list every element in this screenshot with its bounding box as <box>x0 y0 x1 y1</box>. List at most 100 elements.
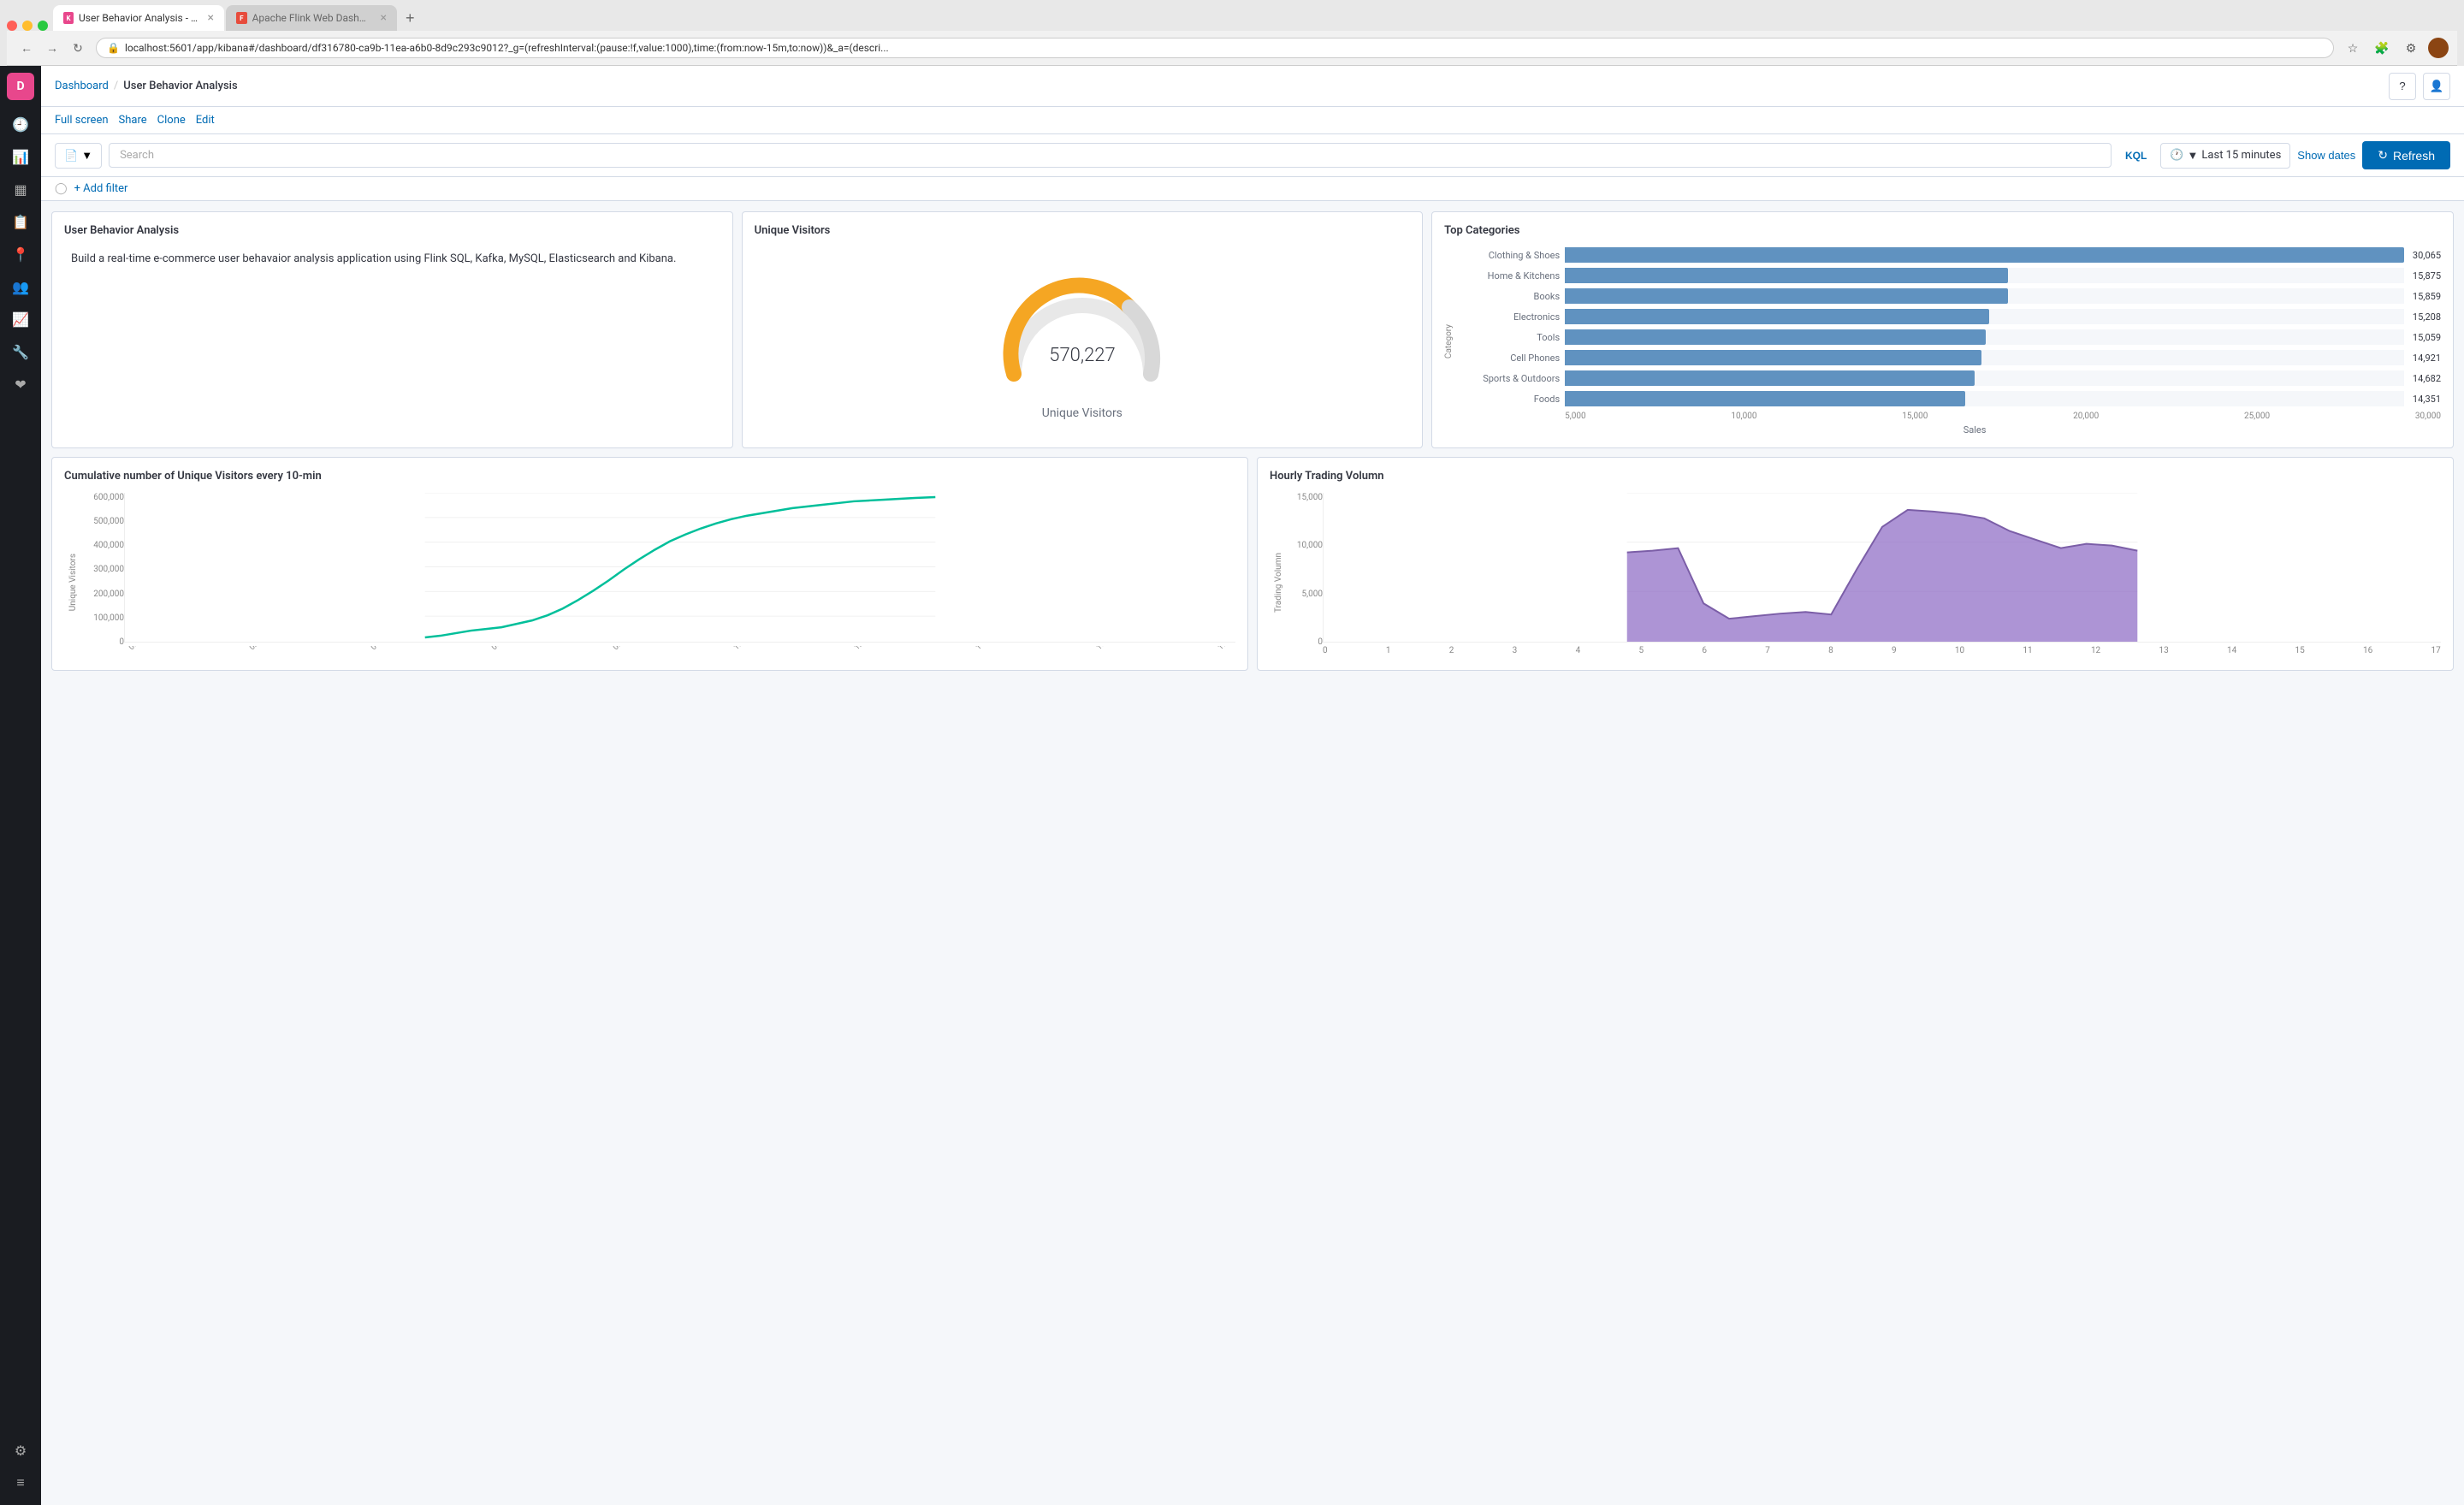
bar-category-clothing: Clothing & Shoes <box>1457 250 1560 261</box>
reload-button[interactable]: ↻ <box>67 37 89 59</box>
x-label-10: 10 <box>1955 646 1964 655</box>
x-label-6: 6 <box>1702 646 1707 655</box>
back-button[interactable]: ← <box>15 37 38 59</box>
y-label-500k: 500,000 <box>81 517 124 526</box>
area-chart-y-label-wrapper: Trading Volumn <box>1270 493 1287 673</box>
settings-button[interactable]: ⚙ <box>2399 36 2423 60</box>
extensions-button[interactable]: 🧩 <box>2370 36 2394 60</box>
bar-x-axis: 5,000 10,000 15,000 20,000 25,000 30,000 <box>1457 412 2441 421</box>
bar-wrapper-books <box>1565 288 2404 304</box>
tab-flink[interactable]: F Apache Flink Web Dashboard × <box>226 5 397 31</box>
bar-value-books: 15,859 <box>2413 291 2441 302</box>
add-filter-button[interactable]: + Add filter <box>74 182 128 195</box>
x-label-0410: 04:10 <box>370 646 389 652</box>
x-label-16: 16 <box>2363 646 2372 655</box>
clone-link[interactable]: Clone <box>157 114 186 127</box>
axis-label-25k: 25,000 <box>2244 412 2270 421</box>
bar-fill-sports <box>1565 370 1975 386</box>
new-tab-button[interactable]: + <box>399 6 422 31</box>
address-bar: ← → ↻ 🔒 localhost:5601/app/kibana#/dashb… <box>7 31 2457 66</box>
address-input[interactable]: 🔒 localhost:5601/app/kibana#/dashboard/d… <box>96 38 2334 58</box>
user-button[interactable]: 👤 <box>2423 73 2450 100</box>
search-type-button[interactable]: 📄 ▼ <box>55 143 102 169</box>
line-chart-y-axis: 600,000 500,000 400,000 300,000 200,000 … <box>81 493 124 673</box>
sidebar-icon-apm[interactable]: 🔧 <box>5 336 36 367</box>
x-label-5: 5 <box>1638 646 1644 655</box>
y-label-0: 0 <box>81 637 124 647</box>
bar-category-books: Books <box>1457 291 1560 302</box>
sidebar-icon-canvas[interactable]: 📋 <box>5 206 36 237</box>
gauge-container: 570,227 Unique Visitors <box>755 247 1411 436</box>
bar-category-electronics: Electronics <box>1457 311 1560 323</box>
edit-link[interactable]: Edit <box>196 114 215 127</box>
traffic-light-red[interactable] <box>7 21 17 31</box>
x-label-0210: 02:10 <box>248 646 268 652</box>
profile-avatar[interactable] <box>2428 38 2449 58</box>
tab-close-flink[interactable]: × <box>381 11 387 25</box>
bar-value-home: 15,875 <box>2413 270 2441 281</box>
bar-row-sports: Sports & Outdoors 14,682 <box>1457 370 2441 386</box>
refresh-button[interactable]: ↻ Refresh <box>2362 141 2450 169</box>
breadcrumb: Dashboard / User Behavior Analysis <box>55 80 2389 92</box>
x-label-13: 13 <box>2159 646 2168 655</box>
x-label-2: 2 <box>1449 646 1454 655</box>
bar-fill-foods <box>1565 391 1965 406</box>
bar-fill-home <box>1565 268 2008 283</box>
bar-row-tools: Tools 15,059 <box>1457 329 2441 345</box>
sidebar-icon-ml[interactable]: 👥 <box>5 271 36 302</box>
fullscreen-link[interactable]: Full screen <box>55 114 109 127</box>
bar-value-cellphones: 14,921 <box>2413 353 2441 364</box>
tab-close-kibana[interactable]: × <box>208 11 214 25</box>
tab-favicon-kibana: K <box>63 12 74 24</box>
tab-kibana[interactable]: K User Behavior Analysis - Kiba... × <box>53 5 224 31</box>
clock-icon: 🕐 <box>2170 149 2183 162</box>
bar-fill-books <box>1565 288 2007 304</box>
show-dates-button[interactable]: Show dates <box>2297 149 2355 162</box>
search-placeholder: Search <box>120 149 154 162</box>
dashboard-row-1: User Behavior Analysis Build a real-time… <box>51 211 2454 448</box>
axis-label-15k: 15,000 <box>1902 412 1928 421</box>
bar-row-clothing: Clothing & Shoes 30,065 <box>1457 247 2441 263</box>
y-label-300k: 300,000 <box>81 565 124 574</box>
nav-buttons: ← → ↻ <box>15 37 89 59</box>
bar-value-clothing: 30,065 <box>2413 250 2441 261</box>
bar-category-tools: Tools <box>1457 332 1560 343</box>
axis-label-10k: 10,000 <box>1731 412 1756 421</box>
axis-label-5k: 5,000 <box>1565 412 1585 421</box>
bookmark-button[interactable]: ☆ <box>2341 36 2365 60</box>
sidebar-icon-uptime[interactable]: ❤ <box>5 369 36 400</box>
kql-button[interactable]: KQL <box>2118 150 2153 162</box>
sidebar-icon-discover[interactable]: 🕘 <box>5 109 36 139</box>
traffic-light-yellow[interactable] <box>22 21 33 31</box>
bar-value-tools: 15,059 <box>2413 332 2441 343</box>
line-chart-main: 00:40 02:10 04:10 06:10 08:10 10:10 12:1… <box>124 493 1235 673</box>
line-chart-y-label-wrapper: Unique Visitors <box>64 493 81 673</box>
forward-button[interactable]: → <box>41 37 63 59</box>
bar-category-home: Home & Kitchens <box>1457 270 1560 281</box>
trading-volume-title: Hourly Trading Volumn <box>1270 470 2441 483</box>
bar-category-cellphones: Cell Phones <box>1457 353 1560 364</box>
time-picker[interactable]: 🕐 ▼ Last 15 minutes <box>2160 143 2290 169</box>
sidebar-icon-settings[interactable]: ⚙ <box>5 1435 36 1466</box>
share-link[interactable]: Share <box>119 114 147 127</box>
y-label-600k: 600,000 <box>81 493 124 502</box>
breadcrumb-parent[interactable]: Dashboard <box>55 80 109 92</box>
area-chart-fill <box>1627 510 2138 642</box>
tab-label-kibana: User Behavior Analysis - Kiba... <box>79 12 199 24</box>
traffic-light-green[interactable] <box>38 21 48 31</box>
address-text: localhost:5601/app/kibana#/dashboard/df3… <box>125 42 2323 54</box>
sidebar-icon-maps[interactable]: 📍 <box>5 239 36 270</box>
line-chart-y-title: Unique Visitors <box>68 554 78 611</box>
sidebar: D 🕘 📊 ▦ 📋 📍 👥 📈 🔧 ❤ ⚙ ≡ <box>0 66 41 1505</box>
help-button[interactable]: ? <box>2389 73 2416 100</box>
sidebar-icon-visualize[interactable]: 📊 <box>5 141 36 172</box>
bar-fill-clothing <box>1565 247 2404 263</box>
line-chart-svg <box>124 493 1235 643</box>
sidebar-icon-graph[interactable]: 📈 <box>5 304 36 335</box>
search-input-wrapper[interactable]: Search <box>109 143 2112 168</box>
sidebar-logo[interactable]: D <box>7 73 34 100</box>
lock-icon: 🔒 <box>107 42 120 54</box>
sidebar-icon-dev[interactable]: ≡ <box>5 1467 36 1498</box>
sidebar-icon-dashboard[interactable]: ▦ <box>5 174 36 204</box>
area-chart-x-axis: 0 1 2 3 4 5 6 7 8 9 10 1 <box>1323 646 2441 655</box>
